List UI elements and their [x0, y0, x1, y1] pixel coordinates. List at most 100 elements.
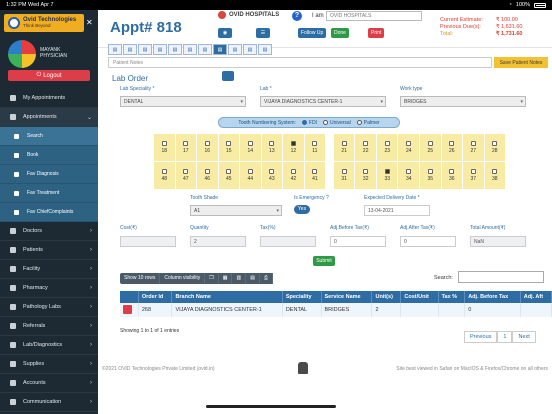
print-icon[interactable]: ⎙ — [260, 273, 273, 284]
checkbox-icon[interactable] — [204, 169, 210, 174]
column-header[interactable]: Order Id — [138, 291, 173, 303]
list-button[interactable]: ☰ — [256, 28, 270, 38]
radio-palmer[interactable]: Palmer — [356, 120, 380, 126]
tooth-45[interactable]: 45 — [218, 162, 241, 189]
sidebar-item-fav-chief-complaints[interactable]: Fav ChiefComplaints — [0, 203, 98, 222]
tab-1[interactable]: ▤ — [108, 44, 122, 55]
column-header[interactable]: Tax % — [438, 291, 466, 303]
sidebar-item-fav-treatment[interactable]: Fav Treatment — [0, 184, 98, 203]
tooth-38[interactable]: 38 — [484, 162, 507, 189]
sidebar-item-my-appointments[interactable]: My Appointments — [0, 89, 98, 108]
tooth-22[interactable]: 22 — [355, 134, 377, 161]
column-header[interactable]: Adj. Before Tax — [464, 291, 521, 303]
sidebar-item-lab-diagnostics[interactable]: Lab/Diagnostics › — [0, 336, 98, 355]
tooth-11[interactable]: 11 — [304, 134, 327, 161]
checkbox-icon[interactable] — [406, 141, 412, 146]
checkbox-icon[interactable] — [269, 141, 275, 146]
tab-5[interactable]: ▤ — [168, 44, 182, 55]
checkbox-icon[interactable] — [492, 169, 498, 174]
checkbox-icon[interactable] — [427, 141, 433, 146]
tooth-34[interactable]: 34 — [398, 162, 420, 189]
print-button[interactable]: Print — [368, 28, 385, 38]
tax-input[interactable] — [260, 236, 316, 247]
next-page-button[interactable]: Next — [512, 331, 536, 343]
tooth-43[interactable]: 43 — [261, 162, 284, 189]
checkbox-icon[interactable] — [470, 141, 476, 146]
tooth-47[interactable]: 47 — [175, 162, 198, 189]
logout-button[interactable]: ⏻ Logout — [8, 70, 90, 81]
checkbox-icon[interactable] — [183, 169, 189, 174]
tooth-shade-select[interactable]: A1 ▾ — [190, 205, 282, 216]
lab-speciality-select[interactable]: DENTAL ▾ — [120, 96, 246, 107]
checkbox-icon[interactable] — [269, 169, 275, 174]
delivery-date-input[interactable]: 13-04-2021 — [364, 205, 430, 216]
sidebar-item-facility[interactable]: Facility › — [0, 260, 98, 279]
checkbox-icon[interactable] — [183, 141, 189, 146]
tooth-26[interactable]: 26 — [441, 134, 464, 161]
tooth-14[interactable]: 14 — [240, 134, 262, 161]
page-1-button[interactable]: 1 — [497, 331, 513, 343]
column-header[interactable]: Cost/Unit — [400, 291, 439, 303]
tooth-42[interactable]: 42 — [283, 162, 305, 189]
sidebar-item-pathology-labs[interactable]: Pathology Labs › — [0, 298, 98, 317]
checkbox-icon[interactable] — [449, 169, 455, 174]
checkbox-checked-icon[interactable] — [290, 141, 296, 146]
save-notes-button[interactable]: Save Patient Notes — [494, 57, 548, 68]
table-search-input[interactable] — [458, 271, 544, 283]
sidebar-item-referrals[interactable]: Referrals › — [0, 317, 98, 336]
tooth-35[interactable]: 35 — [420, 162, 442, 189]
close-sidebar-icon[interactable]: ✕ — [86, 18, 93, 27]
work-type-select[interactable]: BRIDGES ▾ — [400, 96, 526, 107]
column-header[interactable] — [120, 291, 139, 303]
sidebar-item-book[interactable]: Book — [0, 146, 98, 165]
tab-lab-order[interactable]: ▤ — [213, 44, 227, 55]
checkbox-icon[interactable] — [226, 141, 232, 146]
csv-icon[interactable]: ▦ — [219, 273, 233, 284]
tab-4[interactable]: ▤ — [153, 44, 167, 55]
submit-button[interactable]: Submit — [313, 256, 335, 266]
tab-10[interactable]: ▤ — [243, 44, 257, 55]
view-button[interactable]: ◉ — [218, 28, 232, 38]
sidebar-item-communication[interactable]: Communication › — [0, 393, 98, 412]
done-button[interactable]: Done — [331, 28, 349, 38]
hospital-select[interactable]: OVID HOSPITALS — [326, 11, 422, 21]
checkbox-icon[interactable] — [363, 169, 369, 174]
tooth-46[interactable]: 46 — [197, 162, 219, 189]
checkbox-icon[interactable] — [290, 169, 296, 174]
tab-6[interactable]: ▤ — [183, 44, 197, 55]
checkbox-icon[interactable] — [312, 169, 318, 174]
tooth-16[interactable]: 16 — [197, 134, 219, 161]
checkbox-icon[interactable] — [449, 141, 455, 146]
copy-icon[interactable]: ❐ — [205, 273, 219, 284]
checkbox-icon[interactable] — [384, 141, 390, 146]
checkbox-icon[interactable] — [161, 169, 167, 174]
pdf-icon[interactable]: ▤ — [246, 273, 260, 284]
sidebar-item-pharmacy[interactable]: Pharmacy › — [0, 279, 98, 298]
checkbox-icon[interactable] — [247, 169, 253, 174]
sidebar-item-patients[interactable]: Patients › — [0, 241, 98, 260]
tooth-12[interactable]: 12 — [283, 134, 305, 161]
tooth-48[interactable]: 48 — [154, 162, 176, 189]
adj-before-tax-input[interactable]: 0 — [330, 236, 386, 247]
tooth-27[interactable]: 27 — [463, 134, 485, 161]
checkbox-checked-icon[interactable] — [384, 169, 390, 174]
column-header[interactable]: Service Name — [321, 291, 373, 303]
checkbox-icon[interactable] — [312, 141, 318, 146]
radio-universal[interactable]: Universal — [322, 120, 351, 126]
table-row[interactable]: 268 VIJAYA DIAGNOSTICS CENTER-1 DENTAL BRID… — [120, 303, 552, 317]
tab-9[interactable]: ▤ — [228, 44, 242, 55]
patient-notes-input[interactable]: Patient Notes — [108, 57, 492, 68]
help-icon[interactable]: ? — [292, 11, 302, 21]
checkbox-icon[interactable] — [427, 169, 433, 174]
checkbox-icon[interactable] — [204, 141, 210, 146]
tooth-24[interactable]: 24 — [398, 134, 420, 161]
tooth-28[interactable]: 28 — [484, 134, 507, 161]
checkbox-icon[interactable] — [341, 141, 347, 146]
excel-icon[interactable]: ▥ — [232, 273, 247, 284]
tab-3[interactable]: ▤ — [138, 44, 152, 55]
follow-up-button[interactable]: Follow Up — [298, 28, 327, 38]
show-rows-button[interactable]: Show 10 rows — [120, 273, 161, 284]
column-header[interactable]: Unit(s) — [371, 291, 402, 303]
total-amount-input[interactable]: NaN — [470, 236, 526, 247]
delete-row-icon[interactable] — [123, 304, 132, 314]
